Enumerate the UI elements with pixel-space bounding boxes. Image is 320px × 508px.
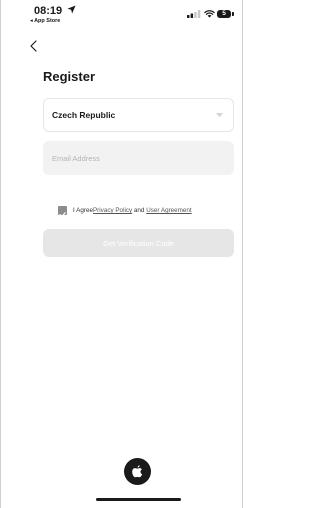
status-time: 08:19: [34, 5, 63, 17]
page-title: Register: [43, 69, 96, 84]
home-indicator: [96, 498, 181, 501]
email-field[interactable]: [43, 141, 234, 175]
wifi-icon: [204, 10, 215, 18]
country-selector[interactable]: Czech Republic: [43, 98, 234, 132]
frame-border-right: [242, 0, 243, 508]
back-chevron-icon[interactable]: [28, 38, 40, 54]
get-verification-code-button[interactable]: Get Verification Code: [43, 229, 234, 257]
agree-checkbox[interactable]: [58, 206, 67, 217]
frame-border-left: [0, 0, 1, 508]
and-text: and: [132, 207, 147, 214]
apple-logo-icon: [132, 465, 143, 478]
checkmark-icon: [59, 212, 66, 217]
apple-sign-in-button[interactable]: [124, 458, 151, 485]
privacy-policy-link[interactable]: Privacy Policy: [93, 207, 132, 214]
chevron-down-icon: [216, 113, 223, 118]
country-value: Czech Republic: [52, 110, 116, 120]
signal-icon: [187, 10, 201, 18]
user-agreement-link[interactable]: User Agreement: [146, 207, 192, 214]
agree-prefix: I Agree: [73, 207, 93, 214]
agreement-text: I AgreePrivacy Policy and User Agreement: [73, 207, 192, 214]
back-to-app-store-link[interactable]: ◂ App Store: [30, 18, 60, 24]
battery-icon: 5: [217, 10, 231, 18]
location-arrow-icon: [67, 5, 76, 14]
battery-cap: [232, 12, 234, 16]
